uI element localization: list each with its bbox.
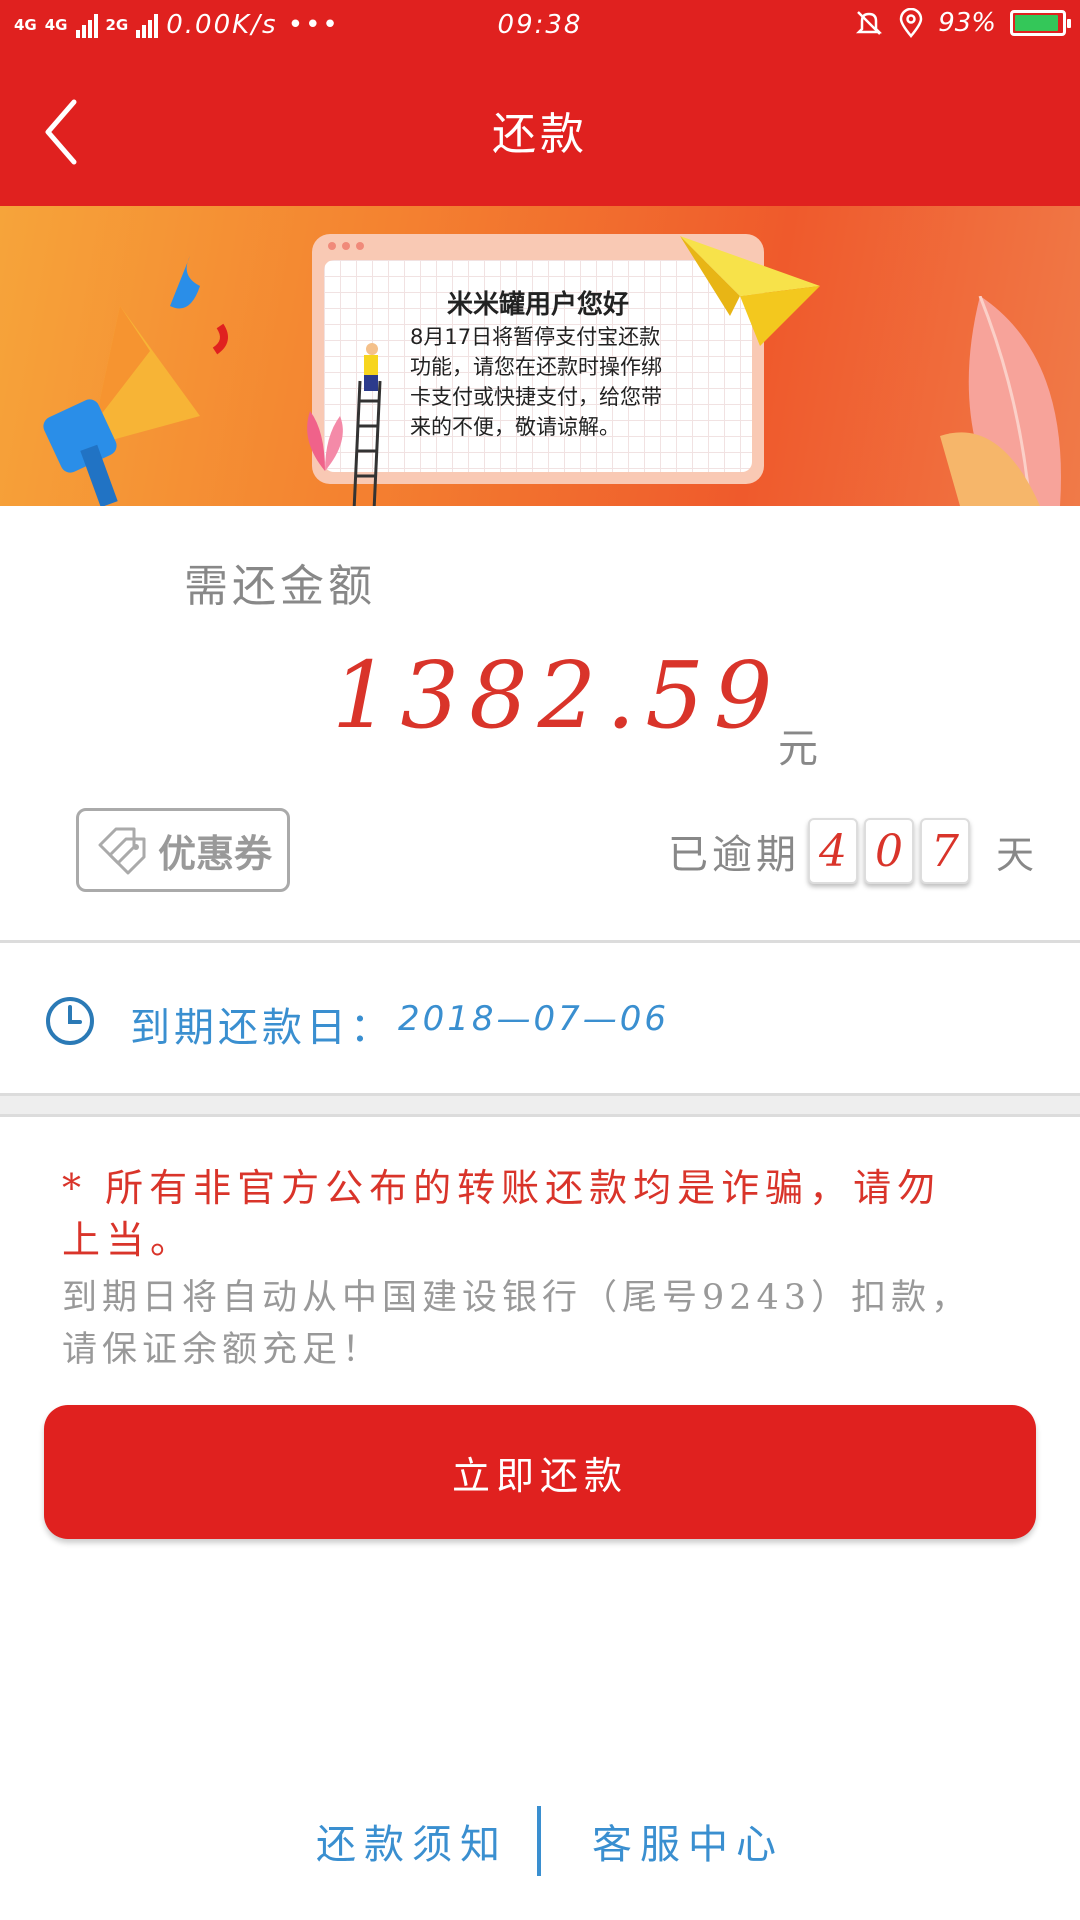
header: 还款 (0, 52, 1080, 206)
window-dots (328, 242, 364, 250)
battery-percent: 93% (938, 8, 996, 38)
repay-now-button[interactable]: 立即还款 (44, 1405, 1036, 1539)
overdue-digit: 7 (920, 818, 970, 884)
auto-debit-notice: 到期日将自动从中国建设银行（尾号9243）扣款，请保证余额充足！ (62, 1278, 972, 1370)
paper-plane-icon (680, 236, 820, 346)
battery-fill (1015, 15, 1058, 31)
repay-now-label: 立即还款 (451, 1453, 628, 1498)
fraud-warning: * 所有非官方公布的转账还款均是诈骗，请勿上当。 (62, 1166, 942, 1262)
coupon-label: 优惠券 (157, 831, 272, 876)
section-separator (0, 1093, 1080, 1117)
footer-links: 还款须知 客服中心 (0, 1800, 1080, 1880)
overdue-digit: 0 (864, 818, 914, 884)
overdue-label: 已逾期 (668, 832, 800, 878)
battery-icon (1010, 10, 1071, 36)
coupon-button[interactable]: 优惠券 (76, 808, 290, 892)
amount-value: 1382.59 (332, 642, 783, 749)
due-date-row: 到期还款日： 2018—07—06 (0, 943, 1080, 1093)
page-title: 还款 (492, 109, 588, 160)
plant-decoration-icon (307, 411, 343, 471)
megaphone-icon (43, 256, 228, 506)
amount-unit: 元 (778, 726, 818, 772)
status-bar: 4G 4G 2G 0.00K/s ••• 09:38 93% (0, 0, 1080, 52)
repayment-page: 4G 4G 2G 0.00K/s ••• 09:38 93% 还款 米米罐用户您… (0, 0, 1080, 1920)
repayment-notice-link[interactable]: 还款须知 (316, 1812, 508, 1870)
announcement-banner[interactable]: 米米罐用户您好 8月17日将暂停支付宝还款功能，请您在还款时操作绑卡支付或快捷支… (0, 206, 1080, 506)
bell-muted-icon (856, 11, 883, 35)
overdue-digit: 4 (808, 818, 858, 884)
overdue-indicator: 已逾期 4 0 7 天 (668, 818, 1034, 884)
amount-label: 需还金额 (184, 561, 376, 612)
footer-divider (537, 1806, 541, 1876)
clock-icon (46, 997, 94, 1045)
leaf-decoration-icon (940, 296, 1061, 506)
tag-icon (98, 827, 146, 875)
ladder-figure-icon (352, 343, 382, 506)
due-date-value: 2018—07—06 (398, 999, 670, 1039)
overdue-unit: 天 (996, 832, 1035, 877)
banner-message: 8月17日将暂停支付宝还款功能，请您在还款时操作绑卡支付或快捷支付，给您带来的不… (410, 325, 662, 439)
location-icon (899, 8, 923, 38)
status-right: 93% (854, 8, 1071, 38)
customer-service-link[interactable]: 客服中心 (592, 1812, 784, 1870)
due-date-label: 到期还款日： (130, 1005, 394, 1051)
